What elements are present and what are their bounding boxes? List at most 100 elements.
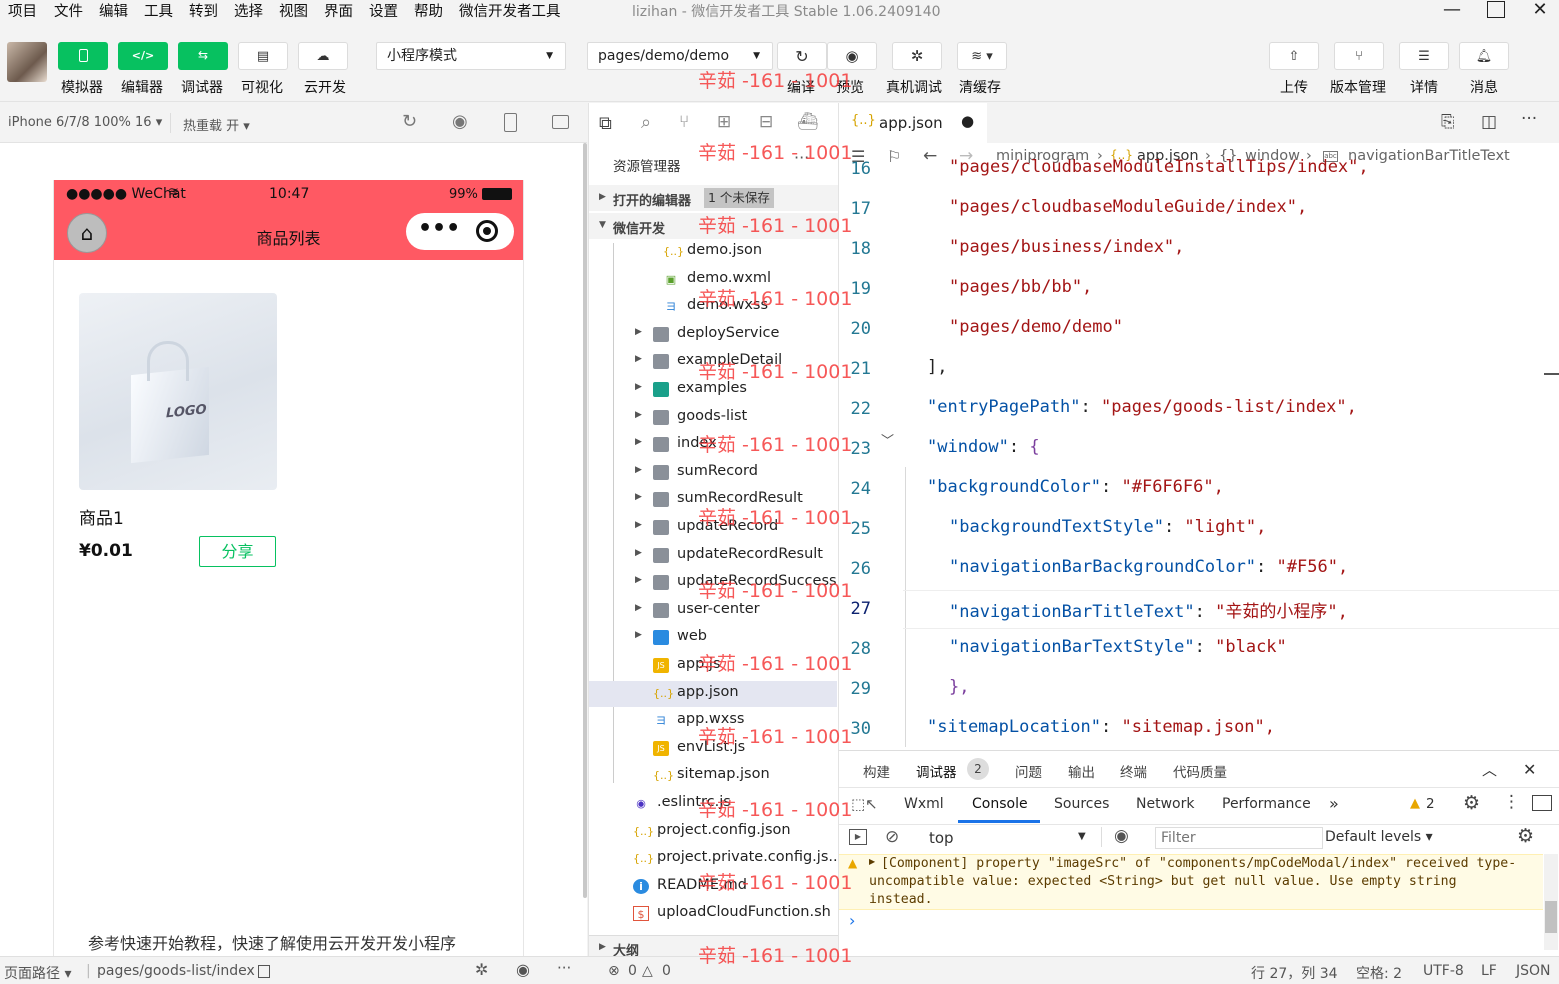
stop-icon[interactable]: ◉: [452, 111, 468, 132]
close-panel-icon[interactable]: ✕: [1523, 760, 1536, 779]
menu-item-settings[interactable]: 设置: [369, 0, 398, 21]
device-select[interactable]: iPhone 6/7/8 100% 16 ▾: [8, 115, 162, 130]
kebab-menu-icon[interactable]: ⋮: [1503, 792, 1520, 812]
tab-network[interactable]: Network: [1136, 796, 1194, 812]
simulator-button[interactable]: [58, 42, 108, 70]
console-prompt[interactable]: ›: [849, 911, 855, 930]
warning-icon[interactable]: △: [642, 963, 653, 979]
version-button[interactable]: ⑂: [1334, 42, 1384, 70]
cursor-position[interactable]: 行 27，列 34: [1251, 963, 1338, 983]
mode-select[interactable]: 小程序模式 ▼: [376, 42, 566, 70]
more-actions-icon[interactable]: ···: [557, 959, 571, 977]
clear-console-icon[interactable]: ⊘: [885, 827, 899, 847]
warning-count[interactable]: 2: [1426, 796, 1435, 812]
sidebar-toggle-icon[interactable]: ▶: [849, 829, 867, 845]
upload-button[interactable]: ⇧: [1269, 42, 1319, 70]
fold-chevron-icon[interactable]: ﹀: [881, 430, 894, 449]
tab-console[interactable]: Console: [972, 796, 1028, 812]
source-control-icon[interactable]: ⑂: [679, 112, 689, 132]
console-scrollbar[interactable]: [1544, 854, 1558, 950]
tree-item[interactable]: {..} app.json: [589, 681, 837, 707]
rotate-icon[interactable]: ↻: [402, 111, 417, 132]
console-warning-row[interactable]: ▲ ▶ [Component] property "imageSrc" of "…: [839, 854, 1543, 910]
maximize-icon[interactable]: [1484, 0, 1508, 22]
menu-item-devtools[interactable]: 微信开发者工具: [459, 0, 561, 21]
debugger-button[interactable]: ⇆: [178, 42, 228, 70]
tree-item[interactable]: ▶ web: [589, 625, 837, 651]
line-ending[interactable]: LF: [1481, 963, 1497, 979]
files-icon[interactable]: ⧉: [599, 113, 612, 134]
menu-item-file[interactable]: 文件: [54, 0, 83, 21]
storage-icon[interactable]: ⊟: [759, 112, 773, 132]
cloud-button[interactable]: ☁: [298, 42, 348, 70]
tab-terminal[interactable]: 终端: [1120, 761, 1147, 781]
unsaved-dot-icon[interactable]: ●: [961, 112, 974, 130]
tab-code-quality[interactable]: 代码质量: [1173, 761, 1227, 781]
bug-icon[interactable]: ✲: [475, 960, 488, 979]
filter-input[interactable]: [1155, 827, 1323, 849]
window-icon[interactable]: [552, 115, 569, 129]
tab-build[interactable]: 构建: [863, 761, 890, 781]
context-select[interactable]: top: [929, 829, 954, 847]
tab-output[interactable]: 输出: [1068, 761, 1095, 781]
tree-item[interactable]: ▶ updateRecordResult: [589, 543, 837, 569]
phone-icon[interactable]: [504, 113, 517, 132]
menu-item-view[interactable]: 视图: [279, 0, 308, 21]
tab-wxml[interactable]: Wxml: [904, 796, 944, 812]
console-scrollbar-thumb[interactable]: [1545, 901, 1557, 933]
more-tabs-icon[interactable]: »: [1329, 794, 1339, 813]
log-levels-select[interactable]: Default levels ▾: [1325, 829, 1433, 845]
menu-item-edit[interactable]: 编辑: [99, 0, 128, 21]
extensions-icon[interactable]: ⊞: [717, 112, 731, 132]
open-editors-section[interactable]: ▶ 打开的编辑器 1 个未保存: [589, 185, 838, 211]
tab-performance[interactable]: Performance: [1222, 796, 1311, 812]
messages-button[interactable]: 🔔︎: [1459, 42, 1509, 70]
eye-icon[interactable]: ◉: [516, 960, 530, 979]
eye-icon[interactable]: ◉: [1114, 826, 1129, 846]
error-icon[interactable]: ⊗: [608, 963, 620, 979]
details-button[interactable]: ☰: [1399, 42, 1449, 70]
dock-icon[interactable]: [1532, 795, 1552, 811]
indentation[interactable]: 空格: 2: [1356, 963, 1402, 983]
tree-item[interactable]: {..} sitemap.json: [589, 763, 837, 789]
docker-icon[interactable]: ⛴: [797, 112, 819, 132]
tree-item[interactable]: $ uploadCloudFunction.sh: [589, 901, 837, 927]
tab-sources[interactable]: Sources: [1054, 796, 1109, 812]
menu-item-select[interactable]: 选择: [234, 0, 263, 21]
hot-reload-toggle[interactable]: 热重载 开 ▾: [183, 115, 250, 134]
more-icon[interactable]: •••: [418, 216, 460, 241]
menu-item-interface[interactable]: 界面: [324, 0, 353, 21]
warning-count[interactable]: 0: [662, 963, 671, 979]
visualize-button[interactable]: ▤: [238, 42, 288, 70]
more-actions-icon[interactable]: ···: [1521, 109, 1537, 129]
menu-item-project[interactable]: 项目: [8, 0, 37, 21]
back-arrow-icon[interactable]: ←: [923, 146, 937, 166]
tab-debugger[interactable]: 调试器: [916, 761, 957, 781]
settings-icon[interactable]: ⚙: [1463, 792, 1480, 814]
inspect-icon[interactable]: ⬚↖: [851, 795, 878, 813]
menu-item-help[interactable]: 帮助: [414, 0, 443, 21]
tab-problems[interactable]: 问题: [1015, 761, 1042, 781]
breadcrumb-item-title-text[interactable]: navigationBarTitleText: [1348, 148, 1510, 164]
tree-item[interactable]: {..} project.config.json: [589, 819, 837, 845]
tree-item[interactable]: ▶ deployService: [589, 322, 837, 348]
real-debug-button[interactable]: ✲: [892, 42, 942, 70]
console-settings-icon[interactable]: ⚙: [1517, 825, 1534, 847]
tree-item[interactable]: ▶ goods-list: [589, 405, 837, 431]
avatar[interactable]: [7, 42, 47, 82]
menu-item-goto[interactable]: 转到: [189, 0, 218, 21]
product-image[interactable]: LOGO: [79, 293, 277, 490]
chevron-up-icon[interactable]: ︿: [1482, 759, 1497, 780]
copy-icon[interactable]: [258, 965, 270, 978]
encoding[interactable]: UTF-8: [1423, 963, 1464, 979]
tree-item[interactable]: {..} demo.json: [589, 239, 837, 265]
bookmark-icon[interactable]: ⚐: [887, 147, 901, 166]
minimize-icon[interactable]: —: [1440, 0, 1464, 22]
language-mode[interactable]: JSON: [1516, 963, 1551, 979]
error-count[interactable]: 0: [628, 963, 637, 979]
simulator-scrollbar[interactable]: [583, 143, 587, 898]
split-editor-icon[interactable]: ◫: [1481, 112, 1497, 132]
close-capsule-icon[interactable]: [476, 220, 498, 242]
close-window-icon[interactable]: ✕: [1528, 0, 1552, 22]
tab-app-json[interactable]: {..} app.json ●: [839, 103, 987, 143]
